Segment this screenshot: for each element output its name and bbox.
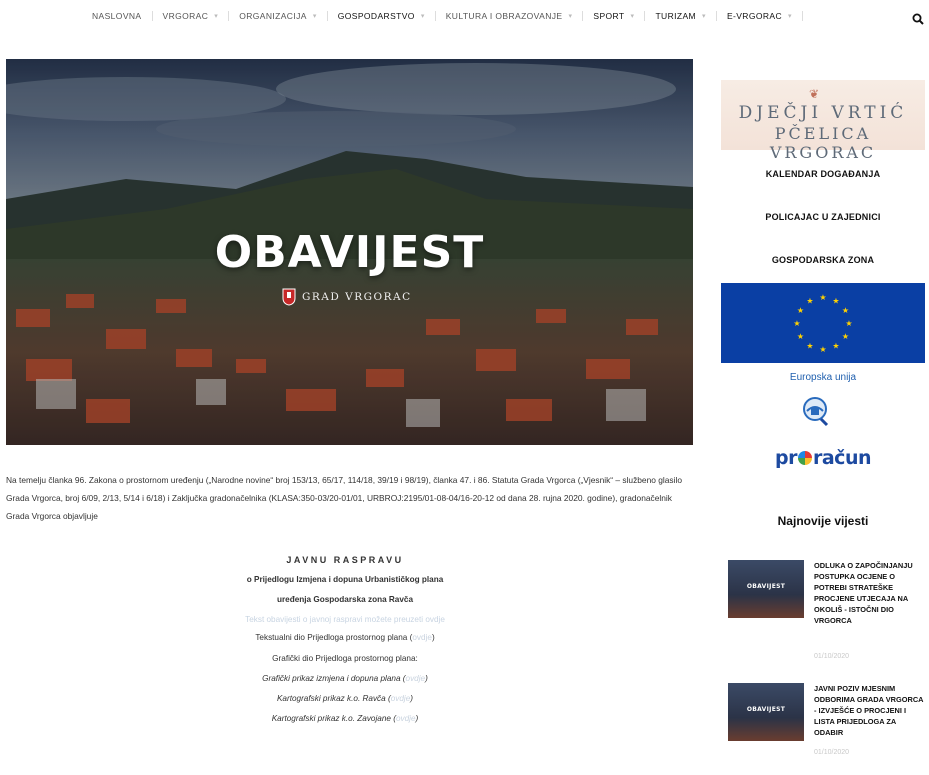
eu-star-icon: ★ xyxy=(793,319,800,328)
budget-link[interactable]: pr račun xyxy=(775,447,872,469)
nav-divider xyxy=(582,11,584,21)
eu-star-icon: ★ xyxy=(832,296,839,305)
article-paragraph: Na temelju članka 96. Zakona o prostorno… xyxy=(6,475,682,521)
thumbnail-caption: OBAVIJEST xyxy=(746,583,786,590)
download-link[interactable]: Tekst obavijesti o javnoj raspravi možet… xyxy=(160,615,530,624)
chevron-down-icon: ▾ xyxy=(420,13,425,20)
nav-label: SPORT xyxy=(593,11,625,21)
graphic-plan-line: Grafički prikaz izmjena i dopuna plana (… xyxy=(262,674,428,683)
hero-brand: GRAD VRGORAC xyxy=(282,288,412,306)
eu-star-icon: ★ xyxy=(806,342,813,351)
nav-divider xyxy=(326,11,328,21)
nav-item-vrgorac[interactable]: VRGORAC ▾ xyxy=(163,11,240,21)
text-part-label: Tekstualni dio Prijedloga prostornog pla… xyxy=(255,633,413,642)
eu-flag-banner[interactable]: ★ ★ ★ ★ ★ ★ ★ ★ ★ ★ ★ ★ xyxy=(721,283,925,363)
map-zavojane-link[interactable]: ovdje xyxy=(396,714,416,723)
graphic-part-label: Grafički dio Prijedloga prostornog plana… xyxy=(272,654,418,663)
eu-star-icon: ★ xyxy=(797,332,804,341)
nav-item-turizam[interactable]: TURIZAM ▾ xyxy=(655,11,727,21)
sidebar-link-business-zone[interactable]: GOSPODARSKA ZONA xyxy=(721,255,925,265)
chevron-down-icon: ▾ xyxy=(214,13,219,20)
nav-label: GOSPODARSTVO xyxy=(337,11,415,21)
news-title[interactable]: JAVNI POZIV MJESNIM ODBORIMA GRADA VRGOR… xyxy=(814,683,926,738)
brand-name: GRAD VRGORAC xyxy=(302,291,412,303)
sidebar-link-calendar[interactable]: KALENDAR DOGAĐANJA xyxy=(721,169,925,179)
bee-icon: ❦ xyxy=(809,87,820,101)
map-zavojane-label: Kartografski prikaz k.o. Zavojane ( xyxy=(271,714,396,723)
sidebar-link-police[interactable]: POLICAJAC U ZAJEDNICI xyxy=(721,212,925,222)
chevron-down-icon: ▾ xyxy=(312,13,317,20)
announcement-subtitle-line2: uređenja Gospodarska zona Ravča xyxy=(276,595,414,604)
chevron-down-icon: ▾ xyxy=(630,13,635,20)
hero-banner: OBAVIJEST GRAD VRGORAC xyxy=(6,59,693,445)
nav-divider xyxy=(801,11,803,21)
nav-item-gospodarstvo[interactable]: GOSPODARSTVO ▾ xyxy=(338,11,446,21)
nav-item-sport[interactable]: SPORT ▾ xyxy=(593,11,655,21)
nav-item-kultura[interactable]: KULTURA I OBRAZOVANJE ▾ xyxy=(446,11,594,21)
nav-item-naslovna[interactable]: NASLOVNA xyxy=(92,11,163,21)
chevron-down-icon: ▾ xyxy=(568,13,573,20)
nav-label: ORGANIZACIJA xyxy=(239,11,307,21)
eu-star-icon: ★ xyxy=(842,306,849,315)
nav-menu: NASLOVNA VRGORAC ▾ ORGANIZACIJA ▾ GOSPOD… xyxy=(92,11,813,21)
eu-star-icon: ★ xyxy=(819,345,826,354)
budget-text-end: račun xyxy=(812,447,872,469)
text-part-line: Tekstualni dio Prijedloga prostornog pla… xyxy=(255,633,435,642)
nav-label: TURIZAM xyxy=(655,11,697,21)
thumbnail-caption: OBAVIJEST xyxy=(746,706,786,713)
text-part-link[interactable]: ovdje xyxy=(412,633,432,642)
nav-divider xyxy=(715,11,717,21)
chevron-down-icon: ▾ xyxy=(702,13,706,20)
budget-o-icon xyxy=(797,451,812,465)
graphic-plan-link[interactable]: ovdje xyxy=(406,674,426,683)
news-date: 01/10/2020 xyxy=(814,653,850,660)
coat-of-arms-icon xyxy=(282,288,296,306)
announcement-heading: JAVNU RASPRAVU xyxy=(286,555,404,565)
announcement-subtitle-line1: o Prijedlogu Izmjena i dopuna Urbanistič… xyxy=(246,575,444,584)
eu-star-icon: ★ xyxy=(842,332,849,341)
map-ravca-label: Kartografski prikaz k.o. Ravča ( xyxy=(276,694,391,703)
news-thumbnail[interactable]: OBAVIJEST xyxy=(728,683,804,741)
map-ravca-link[interactable]: ovdje xyxy=(391,694,411,703)
nav-divider xyxy=(644,11,646,21)
news-title[interactable]: ODLUKA O ZAPOČINJANJU POSTUPKA OCJENE O … xyxy=(814,560,926,626)
nav-item-e-vrgorac[interactable]: E-VRGORAC ▾ xyxy=(727,11,813,21)
kindergarten-name-line2: PČELICA VRGORAC xyxy=(769,124,877,162)
chevron-down-icon: ▾ xyxy=(788,13,792,20)
nav-label: E-VRGORAC xyxy=(726,11,783,21)
kindergarten-banner[interactable]: ❦ DJEČJI VRTIĆ PČELICA VRGORAC xyxy=(721,80,925,162)
news-thumbnail[interactable]: OBAVIJEST xyxy=(728,560,804,618)
latest-news-heading: Najnovije vijesti xyxy=(777,514,869,528)
graphic-plan-label: Grafički prikaz izmjena i dopuna plana ( xyxy=(262,674,406,683)
eu-star-icon: ★ xyxy=(832,342,839,351)
nav-divider xyxy=(228,11,230,21)
eu-star-icon: ★ xyxy=(845,319,852,328)
eu-star-icon: ★ xyxy=(806,296,813,305)
nav-label: VRGORAC xyxy=(162,11,209,21)
budget-text-start: pr xyxy=(775,447,797,469)
news-date: 01/10/2020 xyxy=(814,749,850,756)
eu-label[interactable]: Europska unija xyxy=(721,372,925,383)
map-ravca-line: Kartografski prikaz k.o. Ravča (ovdje) xyxy=(276,694,414,703)
eu-star-icon: ★ xyxy=(819,293,826,302)
hero-title: OBAVIJEST xyxy=(214,227,485,278)
budget-logo-icon[interactable] xyxy=(801,395,829,427)
eu-stars-icon: ★ ★★★★★★★★★★★ xyxy=(793,293,852,354)
eu-star-icon: ★ xyxy=(797,306,804,315)
nav-label: NASLOVNA xyxy=(92,11,142,21)
map-zavojane-line: Kartografski prikaz k.o. Zavojane (ovdje… xyxy=(271,714,419,723)
top-navigation: NASLOVNA VRGORAC ▾ ORGANIZACIJA ▾ GOSPOD… xyxy=(0,0,929,36)
nav-divider xyxy=(434,11,436,21)
search-icon[interactable] xyxy=(912,13,924,25)
nav-divider xyxy=(151,11,153,21)
kindergarten-name-line1: DJEČJI VRTIĆ xyxy=(738,103,908,123)
nav-label: KULTURA I OBRAZOVANJE xyxy=(445,11,563,21)
nav-item-organizacija[interactable]: ORGANIZACIJA ▾ xyxy=(239,11,338,21)
